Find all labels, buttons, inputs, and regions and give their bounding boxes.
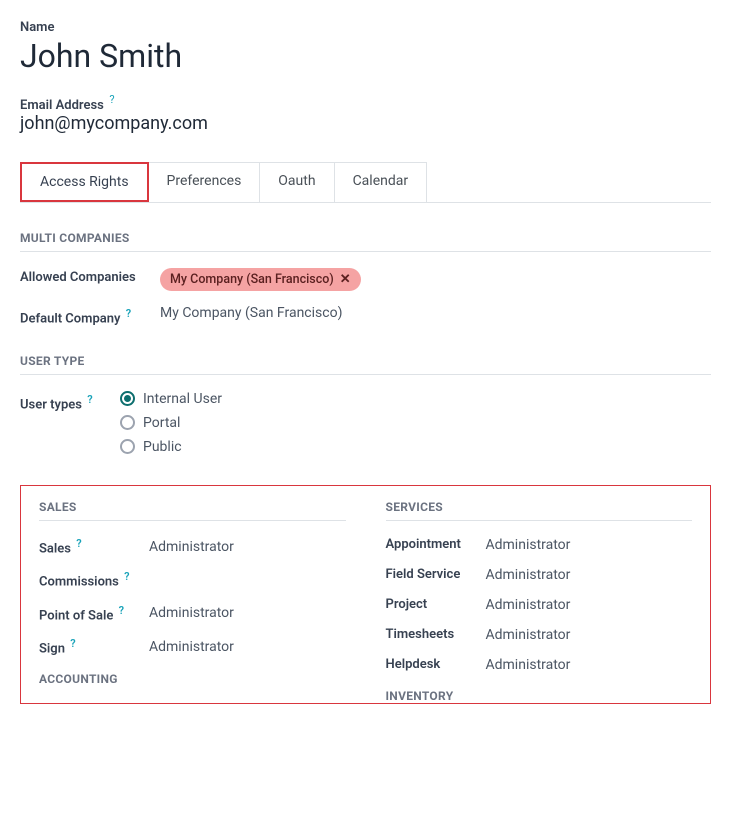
section-sales: SALES (39, 500, 346, 521)
radio-portal[interactable]: Portal (120, 415, 711, 431)
help-icon[interactable]: ? (87, 393, 92, 406)
email-label: Email Address (20, 98, 104, 113)
name-value[interactable]: John Smith (20, 37, 711, 75)
tab-calendar[interactable]: Calendar (334, 162, 428, 202)
radio-label: Internal User (143, 391, 222, 407)
right-value[interactable]: Administrator (486, 567, 571, 583)
radio-label: Portal (143, 415, 180, 431)
right-label: Sign (39, 641, 65, 656)
name-label: Name (20, 20, 711, 35)
radio-icon (120, 415, 135, 430)
tabs: Access Rights Preferences Oauth Calendar (20, 162, 711, 203)
right-value[interactable]: Administrator (149, 639, 234, 655)
radio-icon (120, 391, 135, 406)
allowed-companies-label: Allowed Companies (20, 268, 160, 285)
help-icon[interactable]: ? (70, 637, 75, 650)
section-user-type: USER TYPE (20, 354, 711, 375)
help-icon[interactable]: ? (76, 537, 81, 550)
help-icon[interactable]: ? (119, 604, 124, 617)
right-label: Sales (39, 541, 71, 556)
right-value[interactable]: Administrator (486, 627, 571, 643)
right-label: Project (386, 597, 486, 612)
right-label: Field Service (386, 567, 486, 582)
section-multi-companies: MULTI COMPANIES (20, 231, 711, 252)
default-company-value[interactable]: My Company (San Francisco) (160, 305, 711, 321)
tab-access-rights[interactable]: Access Rights (20, 162, 149, 202)
radio-internal-user[interactable]: Internal User (120, 391, 711, 407)
email-value[interactable]: john@mycompany.com (20, 113, 711, 134)
right-value[interactable]: Administrator (149, 539, 234, 555)
radio-public[interactable]: Public (120, 439, 711, 455)
help-icon[interactable]: ? (126, 307, 131, 320)
right-value[interactable]: Administrator (149, 605, 234, 621)
right-value[interactable]: Administrator (486, 537, 571, 553)
right-label: Commissions (39, 575, 119, 590)
help-icon[interactable]: ? (109, 93, 114, 106)
company-tag[interactable]: My Company (San Francisco) ✕ (160, 268, 361, 291)
radio-label: Public (143, 439, 182, 455)
radio-icon (120, 439, 135, 454)
access-rights-highlight: SALES Sales ? Administrator Commissions … (20, 485, 711, 704)
default-company-label: Default Company (20, 311, 120, 326)
help-icon[interactable]: ? (124, 570, 129, 583)
section-accounting: ACCOUNTING (39, 672, 346, 686)
close-icon[interactable]: ✕ (340, 272, 351, 287)
section-services: SERVICES (386, 500, 693, 521)
right-label: Appointment (386, 537, 486, 552)
right-value[interactable]: Administrator (486, 597, 571, 613)
right-label: Timesheets (386, 627, 486, 642)
tab-oauth[interactable]: Oauth (259, 162, 334, 202)
right-label: Helpdesk (386, 657, 486, 672)
company-tag-label: My Company (San Francisco) (170, 272, 334, 287)
tab-preferences[interactable]: Preferences (148, 162, 261, 202)
right-value[interactable]: Administrator (486, 657, 571, 673)
section-inventory: INVENTORY (386, 689, 693, 703)
user-types-label: User types (20, 397, 82, 412)
right-label: Point of Sale (39, 608, 113, 623)
